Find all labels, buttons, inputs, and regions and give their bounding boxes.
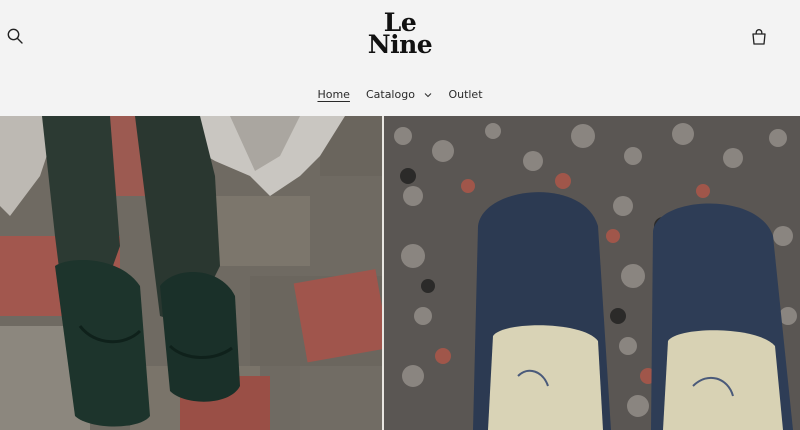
site-header: Le Nine Home Catalogo Outlet <box>0 0 800 116</box>
hero-banner <box>0 116 800 430</box>
hero-image-right <box>383 116 800 430</box>
main-nav: Home Catalogo Outlet <box>0 88 800 101</box>
brand-logo[interactable]: Le Nine <box>0 10 800 59</box>
nav-catalogo-label: Catalogo <box>365 88 415 101</box>
bag-icon <box>752 29 766 45</box>
nav-outlet[interactable]: Outlet <box>448 88 482 101</box>
cart-button[interactable] <box>749 27 769 47</box>
hero-image-left <box>0 116 383 430</box>
brand-line-2: Nine <box>367 30 433 59</box>
nav-catalogo[interactable]: Catalogo <box>366 88 432 101</box>
chevron-down-icon <box>425 93 432 98</box>
hero-divider <box>382 116 384 430</box>
nav-home[interactable]: Home <box>317 88 349 101</box>
